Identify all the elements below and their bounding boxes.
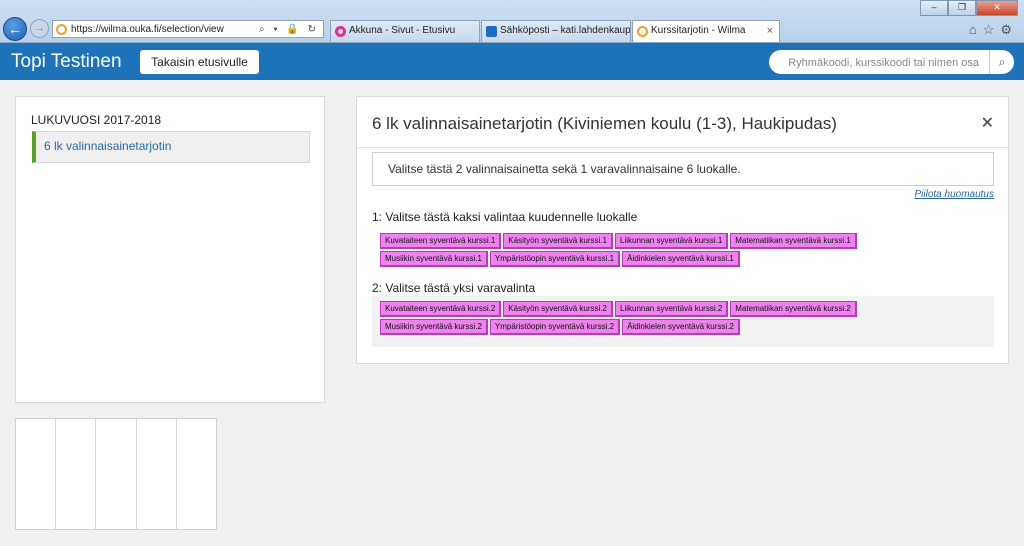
window-controls: – ❐ ✕ (920, 0, 1018, 16)
close-tab-icon[interactable]: × (767, 21, 773, 41)
search-box: ⌕ (769, 50, 1014, 74)
tab-label: Akkuna - Sivut - Etusivu (349, 25, 456, 36)
course-chip[interactable]: Kuvataiteen syventävä kurssi.1 (380, 233, 502, 249)
course-chip[interactable]: Ympäristöopin syventävä kurssi.1 (489, 251, 621, 267)
tab-label: Sähköposti – kati.lahdenkaupp... (500, 25, 631, 36)
chip-row: Kuvataiteen syventävä kurssi.2 Käsityön … (380, 301, 994, 317)
course-chip[interactable]: Kuvataiteen syventävä kurssi.2 (380, 301, 502, 317)
course-chip[interactable]: Musiikin syventävä kurssi.2 (380, 319, 488, 335)
chip-row: Musiikin syventävä kurssi.1 Ympäristöopi… (380, 251, 994, 267)
course-chip[interactable]: Käsityön syventävä kurssi.2 (503, 301, 613, 317)
course-chip[interactable]: Käsityön syventävä kurssi.1 (503, 233, 613, 249)
sidebar-panel: LUKUVUOSI 2017-2018 6 lk valinnaisaineta… (15, 96, 325, 403)
course-chip[interactable]: Ympäristöopin syventävä kurssi.2 (489, 319, 621, 335)
akkuna-icon (335, 26, 346, 37)
gear-icon[interactable]: ⚙ (1000, 22, 1018, 37)
notice-box: Valitse tästä 2 valinnaisainetta sekä 1 … (372, 152, 994, 186)
wilma-icon (637, 26, 648, 37)
page-title: 6 lk valinnaisainetarjotin (Kiviniemen k… (372, 114, 837, 133)
group-2-title: 2: Valitse tästä yksi varavalinta (372, 281, 536, 295)
tab-akkuna[interactable]: Akkuna - Sivut - Etusivu (330, 20, 480, 42)
grid-cell (137, 419, 177, 529)
sidebar-item-offer[interactable]: 6 lk valinnaisainetarjotin (32, 131, 310, 163)
close-window-button[interactable]: ✕ (976, 0, 1018, 16)
user-name: Topi Testinen (11, 51, 122, 72)
search-icon[interactable]: ⌕ (989, 50, 1014, 74)
grid-cell (16, 419, 57, 529)
chip-row: Kuvataiteen syventävä kurssi.1 Käsityön … (380, 233, 994, 249)
main-panel: 6 lk valinnaisainetarjotin (Kiviniemen k… (356, 96, 1009, 364)
course-chip[interactable]: Äidinkielen syventävä kurssi.2 (622, 319, 740, 335)
group-1-courses: Kuvataiteen syventävä kurssi.1 Käsityön … (372, 230, 994, 269)
chip-row: Musiikin syventävä kurssi.2 Ympäristöopi… (380, 319, 994, 335)
tab-email[interactable]: Sähköposti – kati.lahdenkaupp... (481, 20, 631, 42)
browser-tools: ⌂☆⚙ (969, 22, 1018, 38)
back-to-home-button[interactable]: Takaisin etusivulle (140, 50, 259, 74)
group-1-title: 1: Valitse tästä kaksi valintaa kuudenne… (372, 210, 638, 224)
group-2-courses: Kuvataiteen syventävä kurssi.2 Käsityön … (372, 296, 994, 347)
hide-note-link[interactable]: Piilota huomautus (915, 189, 995, 200)
tab-label: Kurssitarjotin - Wilma (651, 25, 746, 36)
app-header: Topi Testinen Takaisin etusivulle ⌕ (0, 43, 1024, 80)
course-chip[interactable]: Matematiikan syventävä kurssi.1 (730, 233, 857, 249)
schedule-grid (15, 418, 217, 530)
grid-cell (96, 419, 137, 529)
close-icon[interactable]: ✕ (981, 113, 994, 133)
home-icon[interactable]: ⌂ (969, 22, 983, 37)
site-icon (56, 24, 67, 35)
minimize-button[interactable]: – (920, 0, 948, 16)
back-arrow-icon[interactable]: ← (3, 17, 27, 41)
browser-chrome: – ❐ ✕ ← → https://wilma.ouka.fi/selectio… (0, 0, 1024, 43)
address-actions-icon[interactable]: ⌕ ▾ 🔒 ↻ (259, 21, 319, 39)
address-url: https://wilma.ouka.fi/selection/view (71, 24, 224, 35)
tab-wilma[interactable]: Kurssitarjotin - Wilma × (632, 20, 780, 42)
star-icon[interactable]: ☆ (983, 22, 1001, 37)
course-chip[interactable]: Liikunnan syventävä kurssi.2 (615, 301, 729, 317)
divider (357, 147, 1008, 148)
year-heading: LUKUVUOSI 2017-2018 (31, 113, 162, 127)
course-chip[interactable]: Äidinkielen syventävä kurssi.1 (622, 251, 740, 267)
grid-cell (177, 419, 216, 529)
maximize-button[interactable]: ❐ (948, 0, 976, 16)
search-input[interactable] (777, 53, 981, 73)
grid-cell (56, 419, 97, 529)
address-bar[interactable]: https://wilma.ouka.fi/selection/view ⌕ ▾… (52, 20, 324, 38)
course-chip[interactable]: Liikunnan syventävä kurssi.1 (615, 233, 729, 249)
outlook-icon (486, 26, 497, 37)
course-chip[interactable]: Matematiikan syventävä kurssi.2 (730, 301, 857, 317)
course-chip[interactable]: Musiikin syventävä kurssi.1 (380, 251, 488, 267)
forward-arrow-icon[interactable]: → (30, 19, 49, 38)
